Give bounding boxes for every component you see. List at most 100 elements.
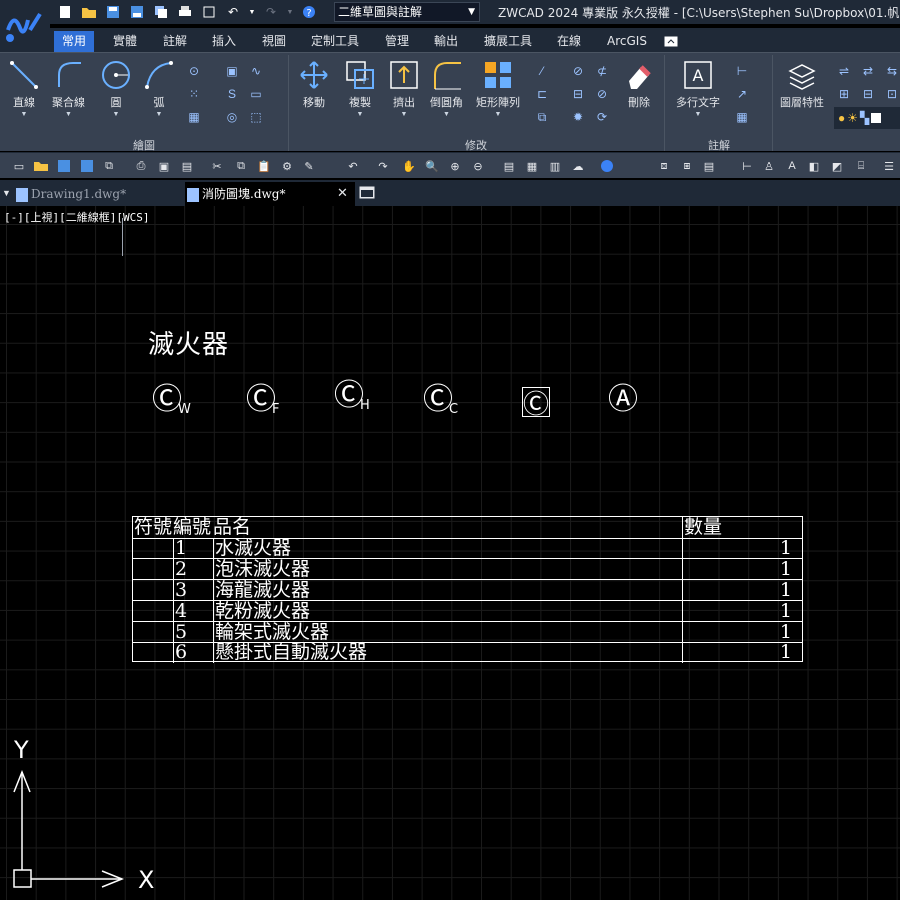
tab-arcgis[interactable]: ArcGIS xyxy=(607,31,647,52)
zoom-previous-icon[interactable]: ⊖ xyxy=(469,157,487,175)
layer-dropdown[interactable]: ● ☀ ▚ xyxy=(834,107,900,129)
tab-annotate[interactable]: 註解 xyxy=(163,31,187,52)
tab-menu-chevron-icon[interactable]: ▼ xyxy=(2,188,11,198)
legend-table[interactable]: 符號 編號 品名 數量 1 水滅火器 1 2 泡沫滅火器 1 3 海龍滅火器 1… xyxy=(132,516,803,663)
spline-icon[interactable]: ∿ xyxy=(248,63,264,79)
list-icon[interactable]: ☰ xyxy=(880,157,898,175)
text-style-icon[interactable]: A xyxy=(783,157,801,175)
drawing-title-text[interactable]: 滅火器 xyxy=(148,324,229,361)
open-folder-icon[interactable] xyxy=(80,3,98,21)
properties-icon[interactable]: ▤ xyxy=(500,157,518,175)
undo-dropdown-icon[interactable]: ▼ xyxy=(248,3,256,21)
layer-properties-button[interactable]: 圖層特性 xyxy=(780,59,824,110)
markup-icon[interactable]: ☁ xyxy=(569,157,587,175)
tab-view[interactable]: 視圖 xyxy=(262,31,286,52)
layer-uniso-icon[interactable]: ⊟ xyxy=(860,86,876,102)
tab-customize[interactable]: 定制工具 xyxy=(311,31,359,52)
leader-icon[interactable]: ↗ xyxy=(734,86,750,102)
tab-manage[interactable]: 管理 xyxy=(385,31,409,52)
hatch-icon[interactable]: ▦ xyxy=(186,109,202,125)
design-center-icon[interactable]: ▦ xyxy=(523,157,541,175)
layer-previous-icon[interactable]: ⧈ xyxy=(655,157,673,175)
tab-online[interactable]: 在線 xyxy=(557,31,581,52)
help-icon[interactable] xyxy=(598,157,616,175)
fillet-button[interactable]: 倒圓角 ▼ xyxy=(430,59,463,118)
save-icon[interactable] xyxy=(104,3,122,21)
save-icon[interactable] xyxy=(55,157,73,175)
break-icon[interactable]: ⊄ xyxy=(594,63,610,79)
circle-button[interactable]: 圓 ▼ xyxy=(100,59,132,118)
trim-icon[interactable]: ⁄ xyxy=(534,63,550,79)
layer-state-icon[interactable]: ⇌ xyxy=(836,63,852,79)
symbol-automatic-extinguisher[interactable]: Ⓐ xyxy=(608,384,638,420)
mirror-icon[interactable]: ⊟ xyxy=(570,86,586,102)
revcloud-icon[interactable]: ▭ xyxy=(248,86,264,102)
print-icon[interactable] xyxy=(176,3,194,21)
layer-iso-icon[interactable]: ⊞ xyxy=(836,86,852,102)
workspace-select[interactable]: 二維草圖與註解 ▼ xyxy=(334,2,480,22)
symbol-dry-powder-extinguisher[interactable]: Ⓒ C xyxy=(423,384,458,420)
donut-icon[interactable]: ◎ xyxy=(224,109,240,125)
print-icon[interactable]: ⎙ xyxy=(132,157,150,175)
tab-solid[interactable]: 實體 xyxy=(113,31,137,52)
tab-extensions[interactable]: 擴展工具 xyxy=(484,31,532,52)
symbol-water-extinguisher[interactable]: Ⓒ W xyxy=(152,384,191,420)
stretch-icon[interactable]: ⊏ xyxy=(534,86,550,102)
preview-icon[interactable]: ▣ xyxy=(155,157,173,175)
new-icon[interactable] xyxy=(56,3,74,21)
rectangular-array-button[interactable]: 矩形陣列 ▼ xyxy=(476,59,520,118)
polyline-button[interactable]: 聚合線 ▼ xyxy=(52,59,85,118)
scale-icon[interactable]: ⧉ xyxy=(534,109,550,125)
table-style-icon[interactable]: ◧ xyxy=(805,157,823,175)
join-icon[interactable]: ⊘ xyxy=(594,86,610,102)
dim-linear-icon[interactable]: ⊢ xyxy=(738,157,756,175)
move-button[interactable]: 移動 xyxy=(298,59,330,110)
tab-home[interactable]: 常用 xyxy=(54,31,95,52)
paste-icon[interactable]: 📋 xyxy=(255,157,273,175)
erase-button[interactable]: 刪除 xyxy=(623,59,655,110)
mleader-style-icon[interactable]: ◩ xyxy=(828,157,846,175)
brush-icon[interactable]: ✎ xyxy=(300,157,318,175)
open-folder-icon[interactable] xyxy=(32,157,50,175)
symbol-foam-extinguisher[interactable]: Ⓒ F xyxy=(246,384,279,420)
pan-hand-icon[interactable]: ✋ xyxy=(400,157,418,175)
zoom-window-icon[interactable]: ⊕ xyxy=(446,157,464,175)
doc-tab-fire-blocks[interactable]: 消防圖塊.dwg* xyxy=(185,182,355,206)
cut-icon[interactable]: ✂ xyxy=(208,157,226,175)
viewport-controls[interactable]: [-][上視][二維線框][WCS] xyxy=(4,209,149,225)
copy-icon[interactable]: ⧉ xyxy=(232,157,250,175)
tab-output[interactable]: 輸出 xyxy=(434,31,458,52)
ellipse-icon[interactable]: ⊙ xyxy=(186,63,202,79)
cylinder-icon[interactable]: ⌸ xyxy=(852,157,870,175)
new-icon[interactable]: ▭ xyxy=(10,157,28,175)
clipboard-icon[interactable]: ▤ xyxy=(700,157,718,175)
new-tab-icon[interactable] xyxy=(359,186,375,204)
redo-icon[interactable]: ↷ xyxy=(374,157,392,175)
table-icon[interactable]: ▦ xyxy=(734,109,750,125)
layer-prev-icon[interactable]: ⇆ xyxy=(884,63,900,79)
rotate-icon[interactable]: ⟳ xyxy=(594,109,610,125)
zoom-extents-icon[interactable] xyxy=(200,3,218,21)
explode-icon[interactable]: ✹ xyxy=(570,109,586,125)
offset-icon[interactable]: ⊘ xyxy=(570,63,586,79)
rectangle-icon[interactable]: ▣ xyxy=(224,63,240,79)
revision-icon[interactable]: S xyxy=(224,86,240,102)
ribbon-minimize-icon[interactable] xyxy=(664,33,678,54)
redo-icon[interactable]: ↷ xyxy=(262,3,280,21)
help-icon[interactable]: ? xyxy=(300,3,318,21)
publish-icon[interactable]: ▤ xyxy=(178,157,196,175)
match-properties-icon[interactable]: ⚙ xyxy=(278,157,296,175)
batch-icon[interactable]: ⧉ xyxy=(100,157,118,175)
dim-style-icon[interactable]: ♙ xyxy=(760,157,778,175)
dimension-icon[interactable]: ⊢ xyxy=(734,63,750,79)
copy-button[interactable]: 複製 ▼ xyxy=(344,59,376,118)
undo-icon[interactable]: ↶ xyxy=(344,157,362,175)
symbol-halon-extinguisher[interactable]: Ⓒ H xyxy=(334,380,370,416)
wipeout-icon[interactable]: ⬚ xyxy=(248,109,264,125)
save-as-icon[interactable] xyxy=(78,157,96,175)
point-icon[interactable]: ⁙ xyxy=(186,86,202,102)
tool-palettes-icon[interactable]: ▥ xyxy=(546,157,564,175)
layer-match-icon[interactable]: ⇄ xyxy=(860,63,876,79)
arc-button[interactable]: 弧 ▼ xyxy=(143,59,175,118)
redo-dropdown-icon[interactable]: ▼ xyxy=(286,3,294,21)
